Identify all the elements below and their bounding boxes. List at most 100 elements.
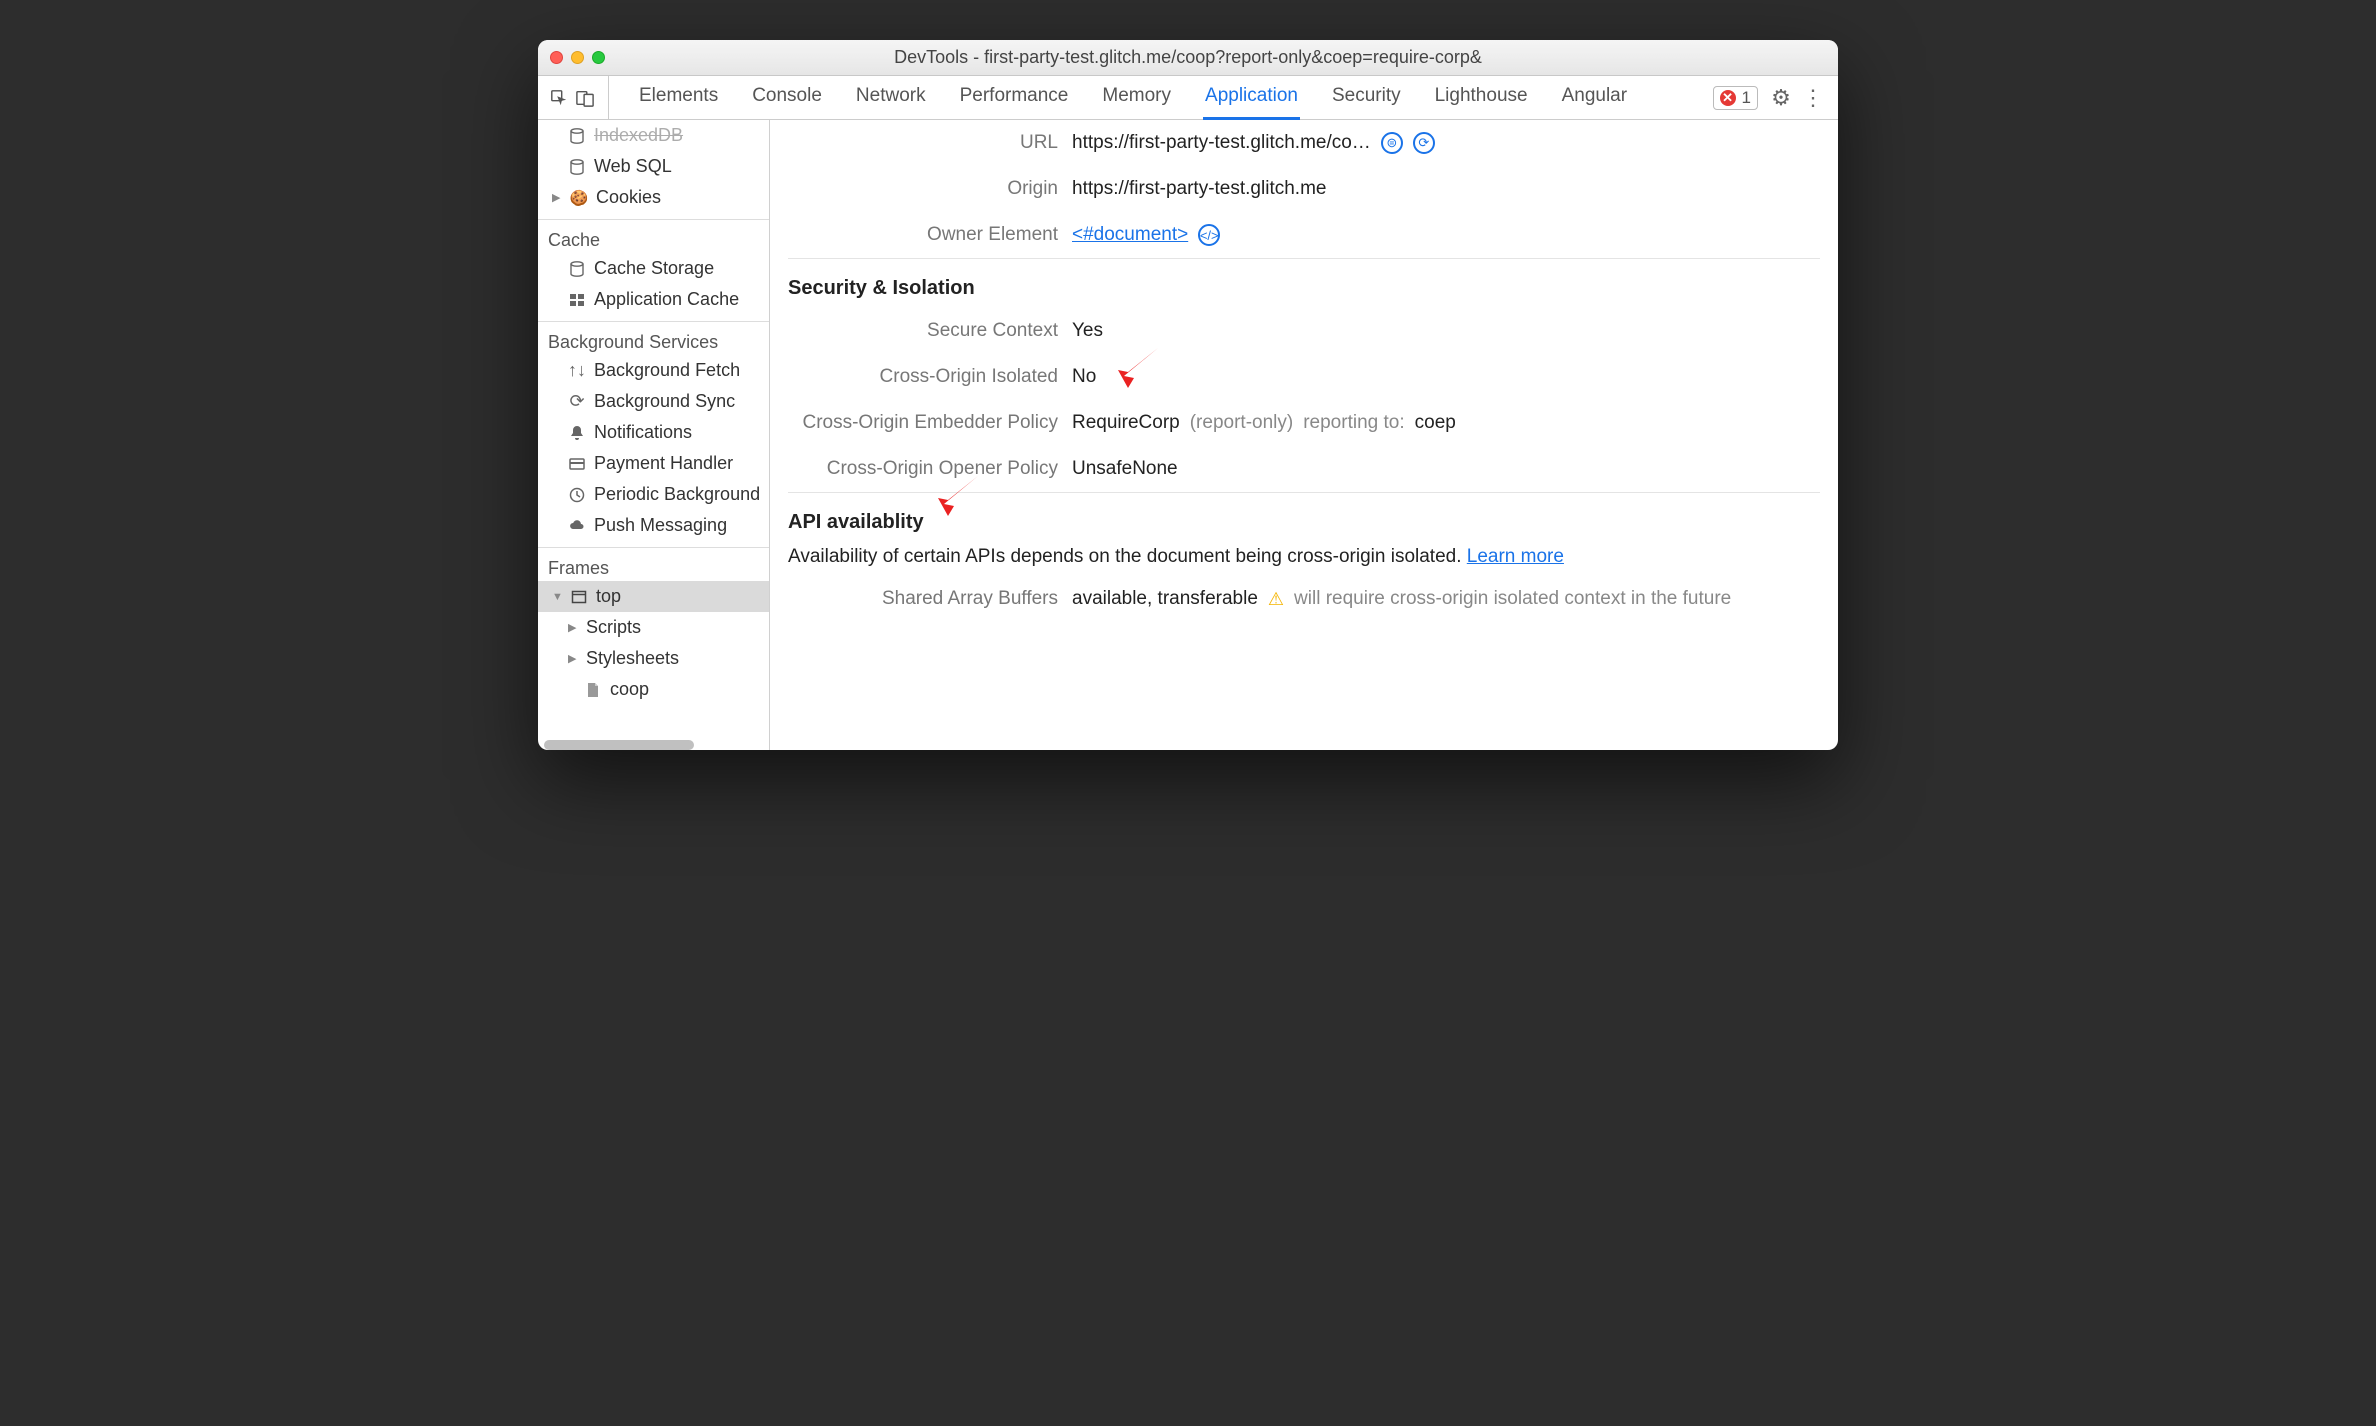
sidebar: IndexedDB Web SQL ▶ 🍪 Cookies Cache [538, 120, 770, 750]
section-api-availability: API availablity [788, 492, 1820, 542]
sidebar-item-stylesheets[interactable]: ▶ Stylesheets [538, 643, 769, 674]
sidebar-label: Scripts [586, 617, 641, 638]
updown-arrows-icon: ↑↓ [568, 362, 586, 380]
origin-value: https://first-party-test.glitch.me [1072, 178, 1326, 200]
sidebar-group-frames: Frames [538, 548, 769, 581]
sidebar-item-websql[interactable]: Web SQL [538, 151, 769, 182]
sidebar-item-indexeddb[interactable]: IndexedDB [538, 120, 769, 151]
sync-icon: ⟳ [568, 393, 586, 411]
secure-context-value: Yes [1072, 320, 1103, 342]
sidebar-label: Cache Storage [594, 258, 714, 279]
sidebar-item-cookies[interactable]: ▶ 🍪 Cookies [538, 182, 769, 213]
clock-icon [568, 486, 586, 504]
owner-element-link[interactable]: <#document> [1072, 224, 1188, 246]
sidebar-group-bg: Background Services [538, 322, 769, 355]
chevron-right-icon: ▶ [568, 621, 578, 634]
sidebar-item-app-cache[interactable]: Application Cache [538, 284, 769, 315]
refresh-icon[interactable]: ⟳ [1413, 132, 1435, 154]
chevron-right-icon: ▶ [552, 191, 562, 204]
coep-label: Cross-Origin Embedder Policy [788, 412, 1058, 434]
devtools-tabbar: Elements Console Network Performance Mem… [538, 76, 1838, 120]
coep-value: RequireCorp [1072, 412, 1180, 434]
sidebar-label: Periodic Background [594, 484, 760, 505]
sidebar-item-bg-fetch[interactable]: ↑↓ Background Fetch [538, 355, 769, 386]
sab-warning: will require cross-origin isolated conte… [1294, 588, 1731, 610]
cross-origin-isolated-value: No [1072, 366, 1096, 388]
cross-origin-isolated-label: Cross-Origin Isolated [788, 366, 1058, 388]
section-security-isolation: Security & Isolation [788, 258, 1820, 308]
tab-performance[interactable]: Performance [958, 75, 1071, 120]
secure-context-label: Secure Context [788, 320, 1058, 342]
sidebar-item-periodic-bg[interactable]: Periodic Background [538, 479, 769, 510]
tab-elements[interactable]: Elements [637, 75, 720, 120]
file-icon [584, 681, 602, 699]
chevron-down-icon: ▼ [552, 591, 562, 603]
tab-angular[interactable]: Angular [1560, 75, 1630, 120]
sidebar-label: Payment Handler [594, 453, 733, 474]
gear-icon[interactable]: ⚙ [1772, 89, 1790, 107]
database-icon [568, 158, 586, 176]
window-title: DevTools - first-party-test.glitch.me/co… [538, 47, 1838, 68]
error-icon: ✕ [1720, 90, 1736, 106]
card-icon [568, 455, 586, 473]
tab-application[interactable]: Application [1203, 75, 1300, 120]
sidebar-label: IndexedDB [594, 125, 683, 146]
error-count: 1 [1742, 88, 1751, 108]
sidebar-label: Web SQL [594, 156, 672, 177]
tab-console[interactable]: Console [750, 75, 824, 120]
tab-network[interactable]: Network [854, 75, 928, 120]
sidebar-item-scripts[interactable]: ▶ Scripts [538, 612, 769, 643]
sidebar-label: Push Messaging [594, 515, 727, 536]
bell-icon [568, 424, 586, 442]
sidebar-group-cache: Cache [538, 220, 769, 253]
sidebar-item-frame-top[interactable]: ▼ top [538, 581, 769, 612]
code-icon[interactable]: </> [1198, 224, 1220, 246]
grid-icon [568, 291, 586, 309]
warning-icon: ⚠ [1268, 589, 1284, 610]
chevron-right-icon: ▶ [568, 652, 578, 665]
sidebar-label: Application Cache [594, 289, 739, 310]
sidebar-label: Cookies [596, 187, 661, 208]
sidebar-item-bg-sync[interactable]: ⟳ Background Sync [538, 386, 769, 417]
url-label: URL [788, 132, 1058, 154]
kebab-menu-icon[interactable]: ⋮ [1804, 89, 1822, 107]
cloud-icon [568, 517, 586, 535]
device-toggle-icon[interactable] [576, 89, 594, 107]
sidebar-item-cache-storage[interactable]: Cache Storage [538, 253, 769, 284]
window-titlebar: DevTools - first-party-test.glitch.me/co… [538, 40, 1838, 76]
tab-security[interactable]: Security [1330, 75, 1403, 120]
sidebar-item-notifications[interactable]: Notifications [538, 417, 769, 448]
coop-label: Cross-Origin Opener Policy [788, 458, 1058, 480]
sidebar-item-payment[interactable]: Payment Handler [538, 448, 769, 479]
frame-icon [570, 588, 588, 606]
main-panel: URL https://first-party-test.glitch.me/c… [770, 120, 1838, 750]
tab-lighthouse[interactable]: Lighthouse [1433, 75, 1530, 120]
sidebar-label: top [596, 586, 621, 607]
owner-element-label: Owner Element [788, 224, 1058, 246]
origin-label: Origin [788, 178, 1058, 200]
sidebar-label: Notifications [594, 422, 692, 443]
copy-icon[interactable]: ⊜ [1381, 132, 1403, 154]
sidebar-item-push[interactable]: Push Messaging [538, 510, 769, 541]
sab-value: available, transferable [1072, 588, 1258, 610]
error-count-badge[interactable]: ✕ 1 [1713, 86, 1758, 110]
coop-value: UnsafeNone [1072, 458, 1178, 480]
learn-more-link[interactable]: Learn more [1467, 546, 1564, 567]
sidebar-item-coop-file[interactable]: coop [538, 674, 769, 705]
database-icon [568, 260, 586, 278]
cookie-icon: 🍪 [570, 189, 588, 207]
sab-label: Shared Array Buffers [788, 588, 1058, 610]
sidebar-label: Stylesheets [586, 648, 679, 669]
inspect-icon[interactable] [550, 89, 568, 107]
sidebar-label: Background Fetch [594, 360, 740, 381]
coep-mode: (report-only) [1190, 412, 1293, 434]
devtools-window: DevTools - first-party-test.glitch.me/co… [538, 40, 1838, 750]
database-icon [568, 127, 586, 145]
tab-memory[interactable]: Memory [1100, 75, 1173, 120]
api-desc: Availability of certain APIs depends on … [788, 546, 1467, 567]
sidebar-label: coop [610, 679, 649, 700]
sidebar-horizontal-scrollbar[interactable] [544, 740, 763, 750]
reporting-value: coep [1415, 412, 1456, 434]
reporting-label: reporting to: [1303, 412, 1404, 434]
sidebar-label: Background Sync [594, 391, 735, 412]
